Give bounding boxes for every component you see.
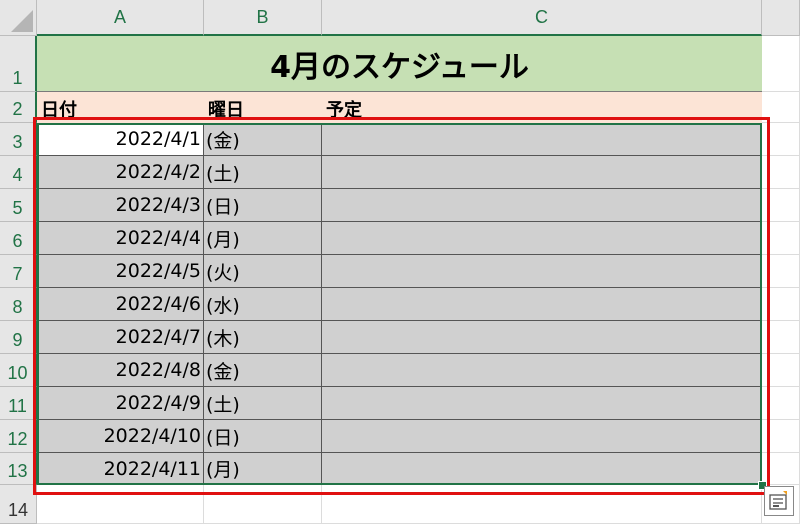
plan-cell[interactable]: [322, 387, 762, 420]
empty-cell[interactable]: [762, 453, 800, 485]
empty-cell[interactable]: [762, 92, 800, 123]
column-header-empty[interactable]: [762, 0, 800, 36]
empty-cell[interactable]: [762, 387, 800, 420]
date-cell[interactable]: 2022/4/4: [37, 222, 204, 255]
weekday-cell[interactable]: (月): [204, 453, 322, 485]
row-header[interactable]: 7: [0, 255, 37, 288]
empty-cell[interactable]: [762, 36, 800, 92]
empty-cell[interactable]: [762, 189, 800, 222]
row-header[interactable]: 1: [0, 36, 37, 92]
weekday-cell[interactable]: (金): [204, 123, 322, 156]
column-header-a[interactable]: A: [37, 0, 204, 36]
header-weekday[interactable]: 曜日: [204, 92, 322, 123]
quick-analysis-button[interactable]: [764, 486, 794, 516]
date-cell[interactable]: 2022/4/6: [37, 288, 204, 321]
empty-cell[interactable]: [762, 156, 800, 189]
column-header-b[interactable]: B: [204, 0, 322, 36]
date-cell[interactable]: 2022/4/7: [37, 321, 204, 354]
row-header[interactable]: 9: [0, 321, 37, 354]
date-cell[interactable]: 2022/4/8: [37, 354, 204, 387]
header-plan[interactable]: 予定: [322, 92, 762, 123]
row-header[interactable]: 14: [0, 485, 37, 524]
date-cell[interactable]: 2022/4/1: [37, 123, 204, 156]
weekday-cell[interactable]: (日): [204, 189, 322, 222]
date-cell[interactable]: 2022/4/9: [37, 387, 204, 420]
empty-cell[interactable]: [762, 420, 800, 453]
plan-cell[interactable]: [322, 123, 762, 156]
empty-cell[interactable]: [762, 354, 800, 387]
plan-cell[interactable]: [322, 156, 762, 189]
spreadsheet-grid: A B C 1 2 3 4 5 6 7 8 9 10 11 12 13 14 2022/4/1 (金) 202…: [0, 0, 800, 524]
title-cell[interactable]: 4月のスケジュール: [37, 36, 762, 92]
select-all-button[interactable]: [0, 0, 37, 36]
row-header[interactable]: 10: [0, 354, 37, 387]
weekday-cell[interactable]: (日): [204, 420, 322, 453]
plan-cell[interactable]: [322, 288, 762, 321]
empty-cell[interactable]: [762, 222, 800, 255]
date-cell[interactable]: 2022/4/10: [37, 420, 204, 453]
plan-cell[interactable]: [322, 354, 762, 387]
weekday-cell[interactable]: (火): [204, 255, 322, 288]
date-cell[interactable]: 2022/4/3: [37, 189, 204, 222]
empty-cell[interactable]: [37, 485, 204, 524]
empty-cell[interactable]: [762, 321, 800, 354]
weekday-cell[interactable]: (土): [204, 387, 322, 420]
weekday-cell[interactable]: (月): [204, 222, 322, 255]
date-cell[interactable]: 2022/4/2: [37, 156, 204, 189]
plan-cell[interactable]: [322, 255, 762, 288]
weekday-cell[interactable]: (木): [204, 321, 322, 354]
weekday-cell[interactable]: (水): [204, 288, 322, 321]
header-date[interactable]: 日付: [37, 92, 204, 123]
row-header[interactable]: 11: [0, 387, 37, 420]
plan-cell[interactable]: [322, 222, 762, 255]
row-header[interactable]: 2: [0, 92, 37, 123]
row-header[interactable]: 4: [0, 156, 37, 189]
empty-cell[interactable]: [204, 485, 322, 524]
row-header[interactable]: 13: [0, 453, 37, 485]
weekday-cell[interactable]: (金): [204, 354, 322, 387]
row-header[interactable]: 12: [0, 420, 37, 453]
row-header[interactable]: 5: [0, 189, 37, 222]
plan-cell[interactable]: [322, 420, 762, 453]
empty-cell[interactable]: [762, 288, 800, 321]
quick-analysis-icon: [769, 491, 787, 510]
row-header[interactable]: 3: [0, 123, 37, 156]
date-cell[interactable]: 2022/4/11: [37, 453, 204, 485]
date-cell[interactable]: 2022/4/5: [37, 255, 204, 288]
select-all-triangle-icon: [11, 10, 33, 32]
plan-cell[interactable]: [322, 189, 762, 222]
plan-cell[interactable]: [322, 453, 762, 485]
weekday-cell[interactable]: (土): [204, 156, 322, 189]
row-header[interactable]: 8: [0, 288, 37, 321]
empty-cell[interactable]: [322, 485, 762, 524]
plan-cell[interactable]: [322, 321, 762, 354]
row-header[interactable]: 6: [0, 222, 37, 255]
empty-cell[interactable]: [762, 123, 800, 156]
column-header-c[interactable]: C: [322, 0, 762, 36]
empty-cell[interactable]: [762, 255, 800, 288]
